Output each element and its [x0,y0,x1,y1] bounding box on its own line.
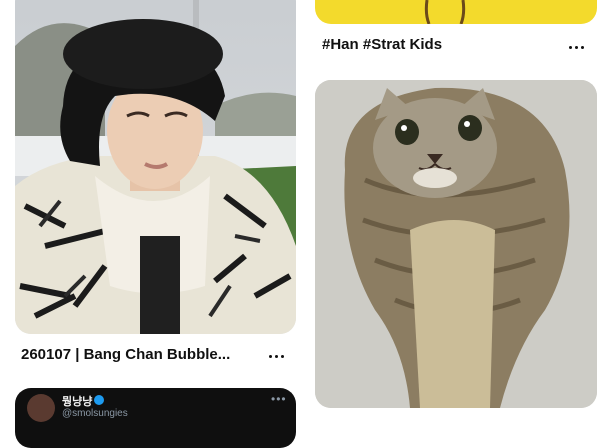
pin-title-bang-chan[interactable]: 260107 | Bang Chan Bubble... [21,346,251,363]
tweet-handle: @smolsungies [62,408,128,419]
tweet-avatar [27,394,55,422]
winter-portrait-image [15,0,296,334]
cat-cobra-image [315,80,597,408]
more-options-button-bang-chan[interactable] [264,344,288,368]
tweet-more-icon: ••• [271,392,287,406]
more-options-button-han[interactable] [564,35,588,59]
drawstring-graphic [424,0,466,24]
pin-image-cat-cobra[interactable] [315,80,597,408]
verified-icon [94,395,104,405]
tweet-display-name: 뭥냥냥 [62,395,93,408]
pin-image-winter-portrait[interactable] [15,0,296,334]
pin-title-han[interactable]: #Han #Strat Kids [322,36,552,53]
more-horizontal-icon [568,45,572,49]
more-horizontal-icon [268,354,272,358]
pin-image-tweet[interactable]: 뭥냥냥 @smolsungies ••• [15,388,296,448]
pin-image-yellow[interactable] [315,0,597,24]
